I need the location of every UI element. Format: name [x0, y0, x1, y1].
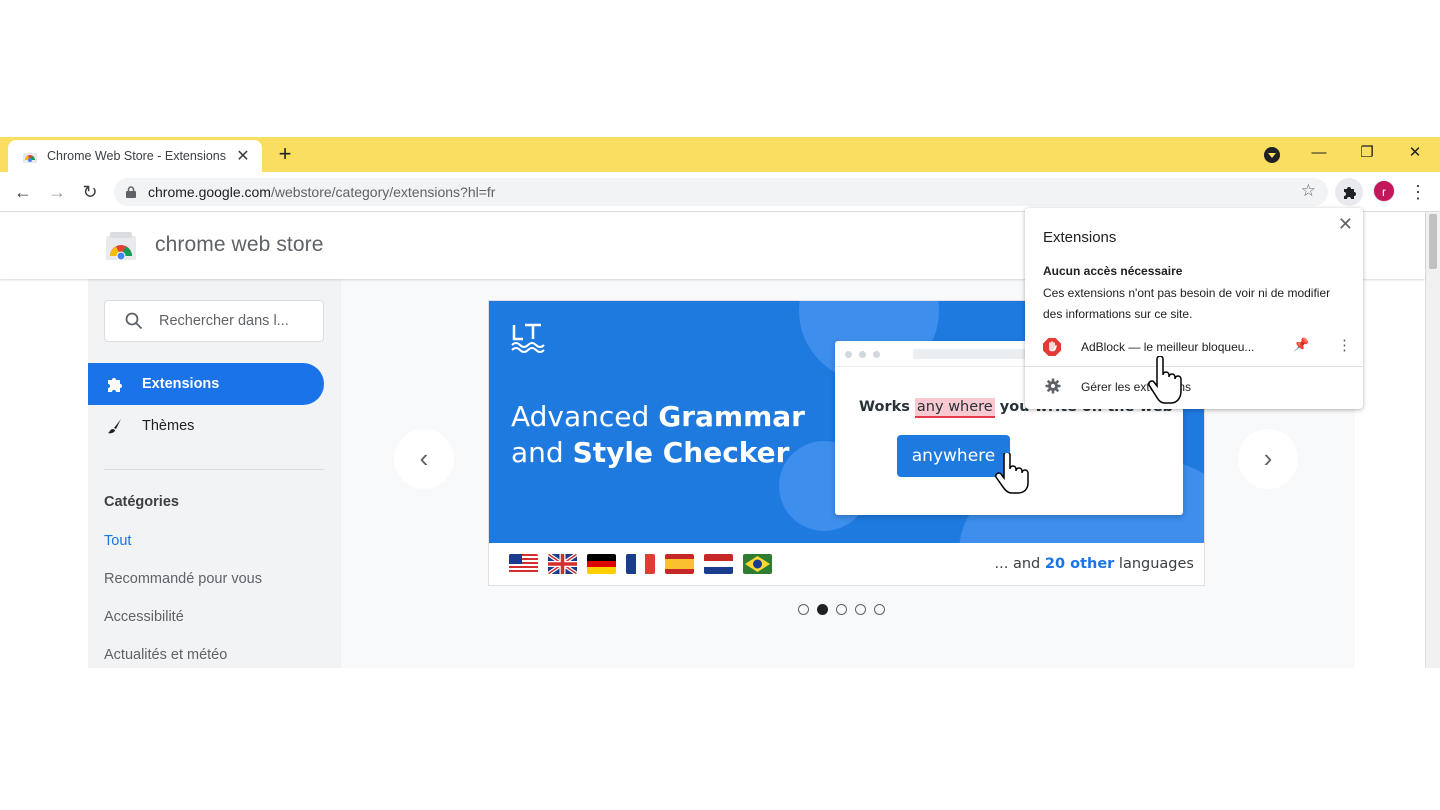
- lock-icon: [126, 186, 136, 198]
- store-title[interactable]: chrome web store: [155, 233, 324, 257]
- popup-title: Extensions: [1043, 229, 1117, 246]
- content-margin: [1355, 279, 1425, 668]
- minimize-button[interactable]: —: [1296, 137, 1342, 172]
- reload-icon[interactable]: ↻: [77, 179, 103, 205]
- close-icon[interactable]: ✕: [1338, 214, 1353, 235]
- extension-item-adblock[interactable]: AdBlock — le meilleur bloqueu... 📌 ⋮: [1025, 332, 1363, 364]
- gear-icon: [1045, 378, 1061, 394]
- brush-icon: [105, 416, 125, 436]
- address-bar[interactable]: chrome.google.com/webstore/category/exte…: [114, 178, 1328, 206]
- nl-flag-icon: [704, 554, 733, 574]
- restore-button[interactable]: ❐: [1344, 137, 1390, 172]
- close-tab-icon[interactable]: ✕: [234, 146, 252, 166]
- store-search-input[interactable]: Rechercher dans l...: [104, 300, 324, 342]
- categories-heading: Catégories: [104, 494, 179, 510]
- chrome-menu-icon[interactable]: ⋮: [1408, 179, 1428, 205]
- category-recommended[interactable]: Recommandé pour vous: [104, 571, 262, 587]
- puzzle-icon: [1344, 187, 1356, 199]
- adblock-icon: [1043, 338, 1061, 356]
- mock-dot: [845, 351, 852, 358]
- new-tab-button[interactable]: +: [273, 142, 297, 166]
- sidebar-item-extensions[interactable]: Extensions: [88, 363, 324, 405]
- languages-text: ... and 20 other languages: [994, 556, 1194, 572]
- popup-section-title: Aucun accès nécessaire: [1043, 264, 1183, 278]
- popup-divider: [1025, 366, 1363, 367]
- scrollbar-thumb[interactable]: [1429, 214, 1437, 269]
- toolbar: ← → ↻ chrome.google.com/webstore/categor…: [0, 172, 1440, 212]
- sidebar: Rechercher dans l... Extensions Thèmes C…: [88, 279, 341, 668]
- forward-arrow-icon[interactable]: →: [44, 179, 70, 205]
- es-flag-icon: [665, 554, 694, 574]
- search-placeholder: Rechercher dans l...: [159, 313, 289, 329]
- carousel-dot[interactable]: [874, 604, 885, 615]
- banner-headline: Advanced Grammar and Style Checker: [511, 400, 805, 469]
- category-news-weather[interactable]: Actualités et météo: [104, 647, 227, 663]
- tab-strip: Chrome Web Store - Extensions ✕ + — ❐ ✕: [0, 137, 1440, 172]
- sidebar-item-themes[interactable]: Thèmes: [88, 405, 324, 447]
- sidebar-item-label: Thèmes: [142, 418, 195, 434]
- popup-section-description: Ces extensions n'ont pas besoin de voir …: [1043, 286, 1331, 321]
- mock-dot: [859, 351, 866, 358]
- manage-extensions-button[interactable]: Gérer les extensions: [1025, 372, 1363, 402]
- uk-flag-icon: [548, 554, 577, 574]
- profile-avatar[interactable]: r: [1373, 180, 1395, 202]
- extensions-popup: Extensions ✕ Aucun accès nécessaire Ces …: [1025, 208, 1363, 409]
- hand-cursor-icon: [1148, 356, 1182, 404]
- more-options-icon[interactable]: ⋮: [1337, 336, 1352, 354]
- chrome-web-store-logo-icon[interactable]: [106, 232, 136, 260]
- carousel-next-button[interactable]: ›: [1238, 429, 1298, 489]
- br-flag-icon: [743, 554, 772, 574]
- carousel-dots: [798, 604, 885, 615]
- close-window-button[interactable]: ✕: [1392, 137, 1438, 172]
- sidebar-divider: [104, 469, 324, 470]
- page-scrollbar[interactable]: [1425, 212, 1440, 668]
- carousel-dot[interactable]: [855, 604, 866, 615]
- category-all[interactable]: Tout: [104, 533, 131, 549]
- mock-suggestion-button: anywhere: [897, 435, 1010, 477]
- tab-title: Chrome Web Store - Extensions: [47, 149, 227, 163]
- bookmark-star-icon[interactable]: ☆: [1301, 181, 1316, 201]
- us-flag-icon: [509, 554, 538, 574]
- extensions-puzzle-button[interactable]: [1335, 178, 1363, 206]
- back-arrow-icon[interactable]: ←: [10, 179, 36, 205]
- carousel-prev-button[interactable]: ‹: [394, 429, 454, 489]
- carousel-dot-active[interactable]: [817, 604, 828, 615]
- extension-name: AdBlock — le meilleur bloqueu...: [1081, 340, 1255, 354]
- carousel-dot[interactable]: [798, 604, 809, 615]
- tab-chrome-web-store[interactable]: Chrome Web Store - Extensions ✕: [8, 140, 262, 172]
- mock-dot: [873, 351, 880, 358]
- url-text: chrome.google.com/webstore/category/exte…: [148, 184, 496, 200]
- chrome-web-store-favicon-icon: [23, 153, 37, 163]
- pin-icon[interactable]: 📌: [1293, 337, 1309, 353]
- fr-flag-icon: [626, 554, 655, 574]
- carousel-dot[interactable]: [836, 604, 847, 615]
- tab-search-icon[interactable]: [1264, 147, 1280, 163]
- sidebar-item-label: Extensions: [142, 376, 220, 392]
- search-icon: [125, 312, 143, 330]
- de-flag-icon: [587, 554, 616, 574]
- language-flags: [509, 554, 772, 574]
- hand-cursor-icon: [995, 453, 1029, 494]
- languagetool-logo-icon: [511, 323, 545, 353]
- category-accessibility[interactable]: Accessibilité: [104, 609, 184, 625]
- puzzle-icon: [105, 374, 125, 394]
